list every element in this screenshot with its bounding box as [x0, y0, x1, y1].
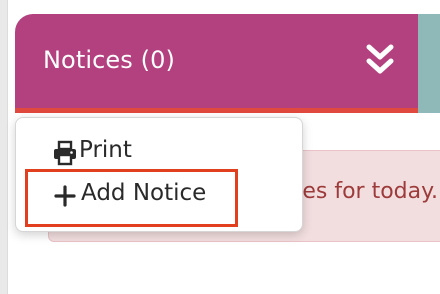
left-edge-strip [0, 0, 7, 294]
printer-icon [54, 140, 76, 166]
add-notice-label: Add Notice [81, 180, 207, 206]
print-label: Print [79, 137, 132, 163]
print-menu-item[interactable]: Print [16, 132, 302, 176]
panel-title: Notices (0) [43, 46, 175, 74]
notice-actions-dropdown: Print Add Notice [15, 117, 303, 232]
plus-icon [54, 185, 76, 207]
collapse-toggle-button[interactable] [364, 41, 396, 79]
header-underline [15, 108, 418, 113]
adjacent-panel-edge [418, 14, 440, 113]
double-chevron-down-icon [366, 44, 394, 74]
add-notice-menu-item[interactable]: Add Notice [16, 175, 302, 219]
